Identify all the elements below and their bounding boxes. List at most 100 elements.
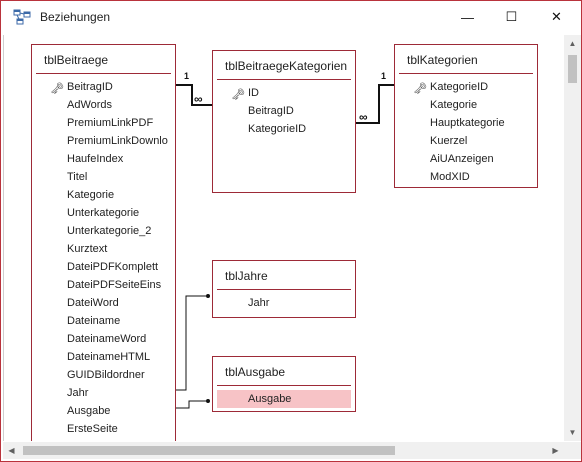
field-row[interactable]: AdWords	[32, 96, 175, 114]
join-line-jahr	[176, 295, 206, 391]
field-list[interactable]: Jahr	[213, 290, 355, 312]
field-label: Ausgabe	[67, 405, 111, 417]
join-arrow-ausgabe	[206, 399, 210, 403]
field-label: Kuerzel	[430, 135, 468, 147]
relationship-canvas[interactable]: tblBeitraege 🗝 BeitragID AdWords PremiumLin…	[3, 35, 577, 441]
scrollbar-corner	[564, 442, 581, 459]
field-label: PremiumLinkPDF	[67, 117, 154, 129]
field-label: PremiumLinkDownlo	[67, 135, 168, 147]
field-label: AdWords	[67, 99, 113, 111]
many-marker: ∞	[194, 92, 203, 106]
field-list[interactable]: 🗝 KategorieID Kategorie Hauptkategorie Kuerz…	[395, 74, 537, 186]
field-label: DateinameWord	[67, 333, 147, 345]
close-button[interactable]: ✕	[534, 1, 579, 33]
field-row[interactable]: DateiWord	[32, 294, 175, 312]
field-row[interactable]: DateinameHTML	[32, 348, 175, 366]
field-row[interactable]: Hauptkategorie	[395, 114, 537, 132]
maximize-button[interactable]: ☐	[489, 1, 534, 33]
field-row[interactable]: Jahr	[213, 294, 355, 312]
field-label: KategorieID	[248, 123, 307, 135]
field-row[interactable]: ErsteSeite	[32, 420, 175, 438]
field-list[interactable]: 🗝 BeitragID AdWords PremiumLinkPDF PremiumLi…	[32, 74, 175, 438]
field-row[interactable]: 🗝 ID	[213, 84, 355, 102]
field-label: DateiWord	[67, 297, 119, 309]
table-tblBeitraege[interactable]: tblBeitraege 🗝 BeitragID AdWords PremiumLin…	[31, 44, 176, 441]
field-label: Kurztext	[67, 243, 108, 255]
key-icon: 🗝	[413, 83, 427, 95]
field-label: Kategorie	[430, 99, 478, 111]
scroll-right-icon[interactable]: ▶	[547, 442, 564, 459]
title-bar[interactable]: Beziehungen — ☐ ✕	[1, 1, 581, 34]
many-marker: ∞	[359, 110, 368, 124]
field-row[interactable]: AiUAnzeigen	[395, 150, 537, 168]
key-icon: 🗝	[231, 89, 245, 101]
minimize-icon: —	[461, 9, 474, 25]
field-label: Dateiname	[67, 315, 121, 327]
field-row[interactable]: Unterkategorie	[32, 204, 175, 222]
join-arrow-jahr	[206, 294, 210, 298]
one-marker: 1	[184, 71, 189, 81]
field-row[interactable]: Kurztext	[32, 240, 175, 258]
field-row[interactable]: DateiPDFSeiteEins	[32, 276, 175, 294]
field-label: ID	[248, 87, 259, 99]
close-icon: ✕	[551, 9, 562, 24]
table-tblAusgabe[interactable]: tblAusgabe Ausgabe	[212, 356, 356, 412]
field-row[interactable]: GUIDBildordner	[32, 366, 175, 384]
table-title[interactable]: tblAusgabe	[213, 357, 355, 385]
field-row[interactable]: Kategorie	[395, 96, 537, 114]
field-row[interactable]: ModXID	[395, 168, 537, 186]
field-row[interactable]: 🗝 KategorieID	[395, 78, 537, 96]
field-row[interactable]: Ausgabe	[32, 402, 175, 420]
field-row[interactable]: PremiumLinkDownlo	[32, 132, 175, 150]
table-tblBeitraegeKategorien[interactable]: tblBeitraegeKategorien 🗝 ID BeitragID Kateg…	[212, 50, 356, 193]
window-title: Beziehungen	[40, 10, 111, 24]
field-label: GUIDBildordner	[67, 369, 145, 381]
field-list[interactable]: Ausgabe	[213, 386, 355, 408]
table-tblJahre[interactable]: tblJahre Jahr	[212, 260, 356, 318]
scroll-left-icon[interactable]: ◀	[3, 442, 20, 459]
one-marker: 1	[381, 71, 386, 81]
table-title[interactable]: tblBeitraege	[32, 45, 175, 73]
relationships-icon	[13, 9, 31, 25]
field-list[interactable]: 🗝 ID BeitragID KategorieID	[213, 80, 355, 138]
field-row[interactable]: BeitragID	[213, 102, 355, 120]
scroll-up-icon[interactable]: ▲	[564, 35, 581, 52]
field-row[interactable]: Kategorie	[32, 186, 175, 204]
table-title[interactable]: tblJahre	[213, 261, 355, 289]
horizontal-scroll-thumb[interactable]	[23, 446, 395, 455]
minimize-button[interactable]: —	[445, 1, 490, 33]
field-label: Unterkategorie	[67, 207, 140, 219]
vertical-scrollbar[interactable]: ▲ ▼	[564, 35, 581, 441]
relationships-window: Beziehungen — ☐ ✕ tblBeitraege 🗝 BeitragI…	[0, 0, 582, 462]
field-row[interactable]: HaufeIndex	[32, 150, 175, 168]
table-tblKategorien[interactable]: tblKategorien 🗝 KategorieID Kategorie Haupt…	[394, 44, 538, 188]
field-label: BeitragID	[67, 81, 113, 93]
field-row[interactable]: Titel	[32, 168, 175, 186]
field-row[interactable]: PremiumLinkPDF	[32, 114, 175, 132]
field-row[interactable]: DateiPDFKomplett	[32, 258, 175, 276]
field-row[interactable]: Jahr	[32, 384, 175, 402]
field-label: Ausgabe	[248, 393, 292, 405]
field-label: DateiPDFSeiteEins	[67, 279, 162, 291]
field-label: DateiPDFKomplett	[67, 261, 159, 273]
field-label: Jahr	[67, 387, 89, 399]
vertical-scroll-thumb[interactable]	[568, 55, 577, 83]
field-row[interactable]: Unterkategorie_2	[32, 222, 175, 240]
scroll-down-icon[interactable]: ▼	[564, 424, 581, 441]
field-row[interactable]: Kuerzel	[395, 132, 537, 150]
field-row[interactable]: Ausgabe	[217, 390, 351, 408]
field-label: Kategorie	[67, 189, 115, 201]
field-row[interactable]: Dateiname	[32, 312, 175, 330]
maximize-icon: ☐	[505, 9, 518, 24]
field-label: AiUAnzeigen	[430, 153, 494, 165]
field-label: BeitragID	[248, 105, 294, 117]
field-label: Unterkategorie_2	[67, 225, 152, 237]
table-title[interactable]: tblKategorien	[395, 45, 537, 73]
field-label: HaufeIndex	[67, 153, 124, 165]
horizontal-scrollbar[interactable]: ◀ ▶	[3, 442, 564, 459]
table-title[interactable]: tblBeitraegeKategorien	[213, 51, 355, 79]
field-row[interactable]: KategorieID	[213, 120, 355, 138]
field-row[interactable]: DateinameWord	[32, 330, 175, 348]
field-row[interactable]: 🗝 BeitragID	[32, 78, 175, 96]
join-line-ausgabe	[176, 400, 206, 409]
